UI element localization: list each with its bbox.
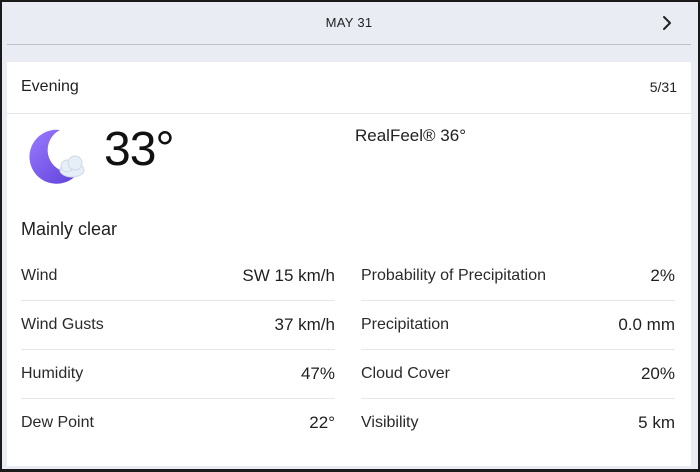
forecast-card: Evening 5/31 33° RealFeel® 36° Mainly cl… (7, 62, 691, 466)
date-label: MAY 31 (325, 15, 373, 30)
realfeel-value: 36° (440, 126, 467, 145)
detail-value: 47% (300, 364, 335, 383)
detail-value: 5 km (638, 413, 675, 432)
detail-row-humidity: Humidity 47% (21, 350, 335, 399)
detail-row-visibility: Visibility 5 km (361, 399, 675, 448)
detail-row-precipitation: Precipitation 0.0 mm (361, 301, 675, 350)
detail-label: Probability of Precipitation (361, 267, 546, 284)
detail-row-cloud-cover: Cloud Cover 20% (361, 350, 675, 399)
detail-label: Humidity (21, 365, 84, 382)
detail-label: Wind Gusts (21, 316, 104, 333)
detail-row-wind: Wind SW 15 km/h (21, 252, 335, 301)
detail-value: 22° (309, 413, 335, 432)
details-right-column: Probability of Precipitation 2% Precipit… (361, 252, 675, 448)
detail-row-precip-probability: Probability of Precipitation 2% (361, 252, 675, 301)
detail-label: Cloud Cover (361, 365, 450, 382)
detail-label: Precipitation (361, 316, 450, 333)
realfeel: RealFeel® 36° (355, 126, 466, 146)
moon-cloud-icon (20, 126, 88, 188)
detail-value: 37 km/h (274, 315, 335, 334)
details-left-column: Wind SW 15 km/h Wind Gusts 37 km/h Humid… (21, 252, 335, 448)
card-header: Evening 5/31 (7, 62, 691, 114)
detail-value: 20% (640, 364, 675, 383)
temperature: 33° (104, 123, 175, 176)
detail-row-wind-gusts: Wind Gusts 37 km/h (21, 301, 335, 350)
detail-value: SW 15 km/h (242, 266, 335, 285)
chevron-right-icon[interactable] (657, 12, 677, 34)
realfeel-label: RealFeel® (355, 126, 436, 145)
detail-label: Visibility (361, 414, 419, 431)
condition-text: Mainly clear (21, 219, 118, 239)
card-date: 5/31 (649, 79, 677, 95)
date-navigation-bar: MAY 31 (7, 2, 691, 45)
detail-value: 2% (650, 266, 675, 285)
detail-row-dew-point: Dew Point 22° (21, 399, 335, 448)
detail-value: 0.0 mm (618, 315, 675, 334)
period-label: Evening (21, 78, 79, 95)
detail-label: Dew Point (21, 414, 94, 431)
detail-label: Wind (21, 267, 58, 284)
